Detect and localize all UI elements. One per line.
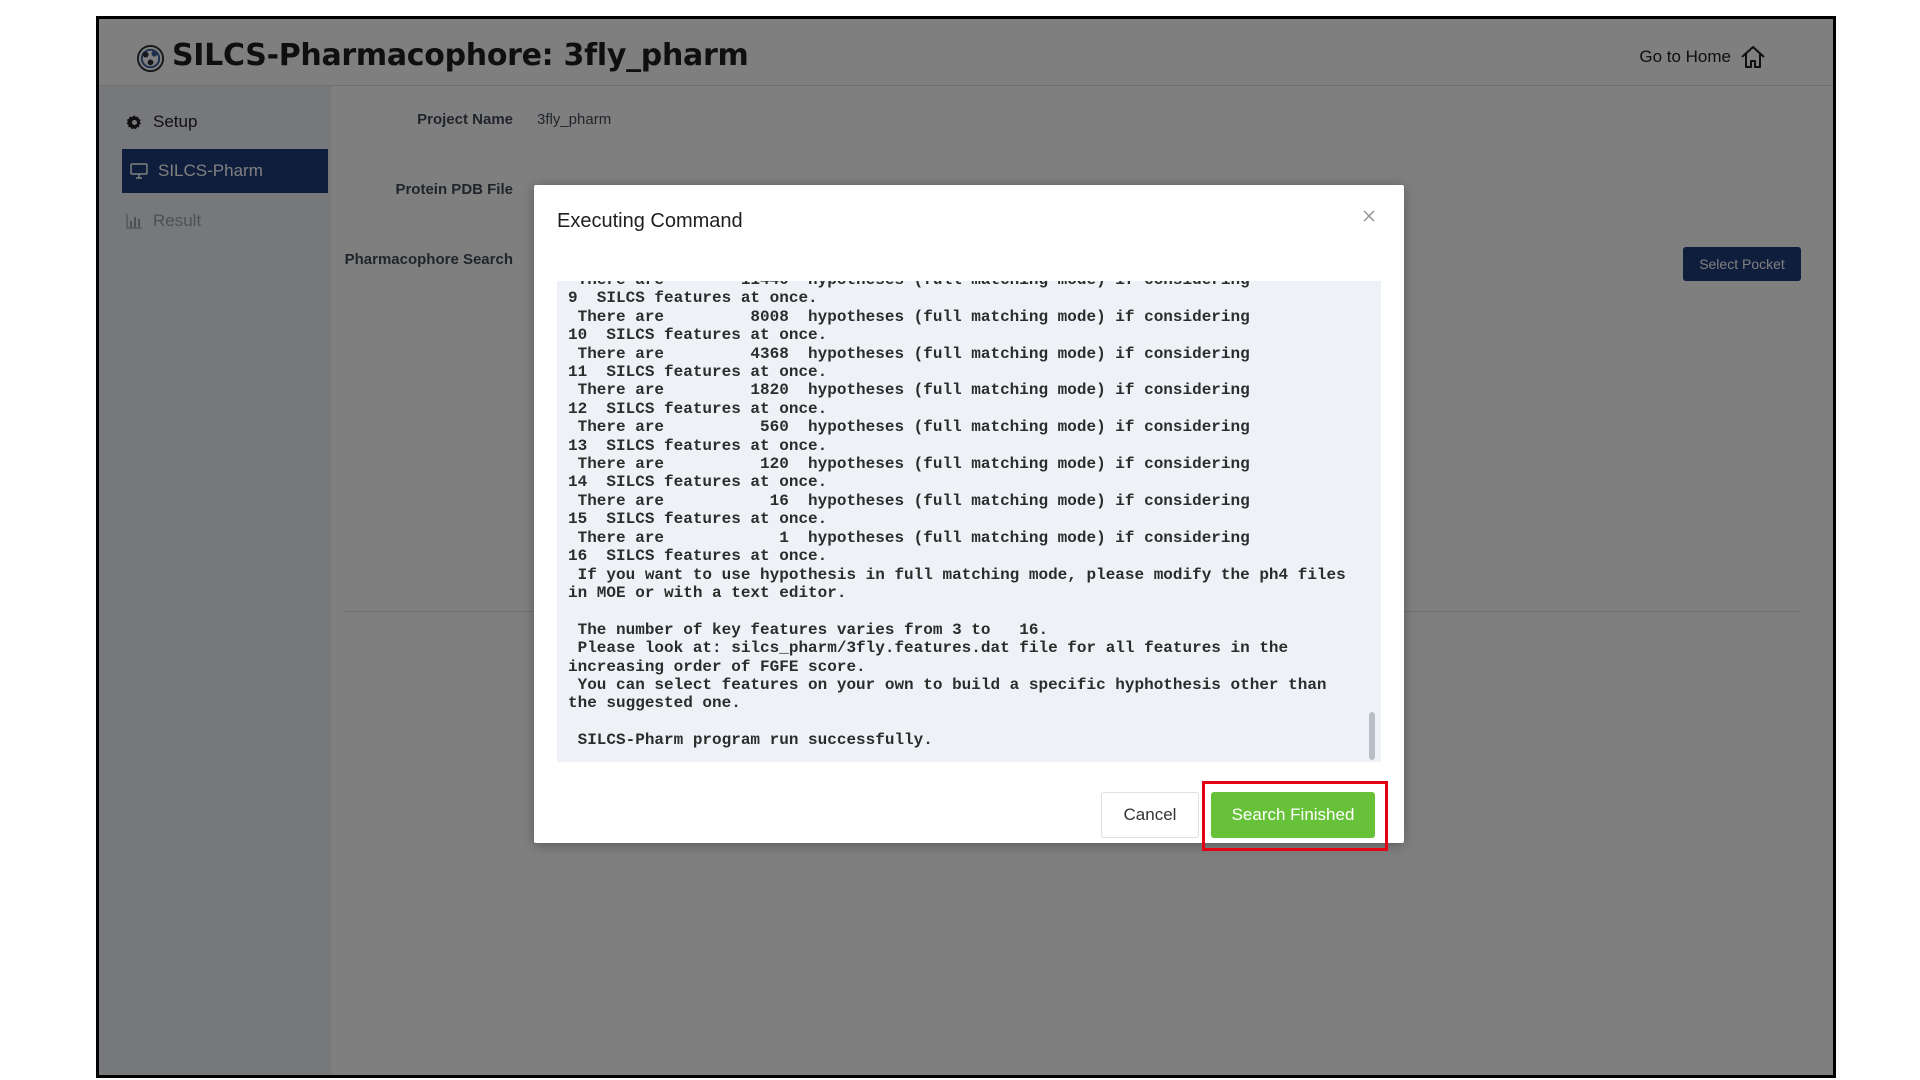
search-finished-button[interactable]: Search Finished [1211, 792, 1375, 838]
console-scrollbar[interactable] [1367, 281, 1377, 762]
executing-command-dialog: Executing Command There are 11440 hypoth… [534, 185, 1404, 851]
dialog-title: Executing Command [557, 210, 743, 232]
command-output-text: There are 11440 hypotheses (full matchin… [568, 281, 1346, 750]
command-output-console[interactable]: There are 11440 hypotheses (full matchin… [557, 281, 1381, 762]
cancel-button[interactable]: Cancel [1101, 792, 1199, 838]
close-icon[interactable] [1358, 205, 1380, 227]
app-window: SILCS-Pharmacophore: 3fly_pharm Go to Ho… [96, 16, 1836, 1078]
console-scrollbar-thumb[interactable] [1369, 712, 1375, 760]
